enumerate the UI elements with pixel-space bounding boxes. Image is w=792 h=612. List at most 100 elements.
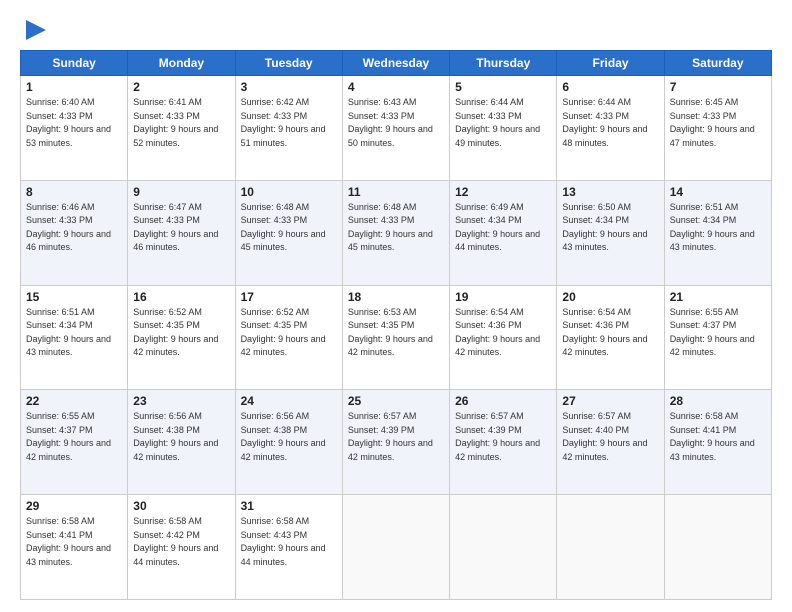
week-row-1: 1 Sunrise: 6:40 AM Sunset: 4:33 PM Dayli… [21, 76, 772, 181]
day-info: Sunrise: 6:41 AM Sunset: 4:33 PM Dayligh… [133, 96, 229, 150]
day-number: 5 [455, 80, 551, 94]
day-number: 9 [133, 185, 229, 199]
day-info: Sunrise: 6:58 AM Sunset: 4:42 PM Dayligh… [133, 515, 229, 569]
day-number: 25 [348, 394, 444, 408]
week-row-5: 29 Sunrise: 6:58 AM Sunset: 4:41 PM Dayl… [21, 495, 772, 600]
day-cell: 12 Sunrise: 6:49 AM Sunset: 4:34 PM Dayl… [450, 180, 557, 285]
day-info: Sunrise: 6:57 AM Sunset: 4:39 PM Dayligh… [348, 410, 444, 464]
day-number: 20 [562, 290, 658, 304]
day-number: 2 [133, 80, 229, 94]
day-info: Sunrise: 6:56 AM Sunset: 4:38 PM Dayligh… [133, 410, 229, 464]
day-number: 4 [348, 80, 444, 94]
day-number: 11 [348, 185, 444, 199]
day-cell [664, 495, 771, 600]
day-info: Sunrise: 6:44 AM Sunset: 4:33 PM Dayligh… [455, 96, 551, 150]
day-info: Sunrise: 6:52 AM Sunset: 4:35 PM Dayligh… [241, 306, 337, 360]
day-info: Sunrise: 6:43 AM Sunset: 4:33 PM Dayligh… [348, 96, 444, 150]
day-cell: 2 Sunrise: 6:41 AM Sunset: 4:33 PM Dayli… [128, 76, 235, 181]
day-cell: 30 Sunrise: 6:58 AM Sunset: 4:42 PM Dayl… [128, 495, 235, 600]
day-number: 24 [241, 394, 337, 408]
day-info: Sunrise: 6:48 AM Sunset: 4:33 PM Dayligh… [348, 201, 444, 255]
day-info: Sunrise: 6:56 AM Sunset: 4:38 PM Dayligh… [241, 410, 337, 464]
day-number: 21 [670, 290, 766, 304]
day-cell: 26 Sunrise: 6:57 AM Sunset: 4:39 PM Dayl… [450, 390, 557, 495]
day-cell: 20 Sunrise: 6:54 AM Sunset: 4:36 PM Dayl… [557, 285, 664, 390]
day-cell: 8 Sunrise: 6:46 AM Sunset: 4:33 PM Dayli… [21, 180, 128, 285]
day-number: 14 [670, 185, 766, 199]
day-info: Sunrise: 6:55 AM Sunset: 4:37 PM Dayligh… [670, 306, 766, 360]
day-info: Sunrise: 6:45 AM Sunset: 4:33 PM Dayligh… [670, 96, 766, 150]
day-cell: 19 Sunrise: 6:54 AM Sunset: 4:36 PM Dayl… [450, 285, 557, 390]
day-number: 27 [562, 394, 658, 408]
day-cell: 3 Sunrise: 6:42 AM Sunset: 4:33 PM Dayli… [235, 76, 342, 181]
day-info: Sunrise: 6:44 AM Sunset: 4:33 PM Dayligh… [562, 96, 658, 150]
day-info: Sunrise: 6:49 AM Sunset: 4:34 PM Dayligh… [455, 201, 551, 255]
day-info: Sunrise: 6:55 AM Sunset: 4:37 PM Dayligh… [26, 410, 122, 464]
day-number: 15 [26, 290, 122, 304]
day-header-monday: Monday [128, 51, 235, 76]
day-header-sunday: Sunday [21, 51, 128, 76]
day-header-friday: Friday [557, 51, 664, 76]
day-cell: 24 Sunrise: 6:56 AM Sunset: 4:38 PM Dayl… [235, 390, 342, 495]
day-cell: 28 Sunrise: 6:58 AM Sunset: 4:41 PM Dayl… [664, 390, 771, 495]
day-info: Sunrise: 6:58 AM Sunset: 4:41 PM Dayligh… [670, 410, 766, 464]
day-cell [450, 495, 557, 600]
day-info: Sunrise: 6:52 AM Sunset: 4:35 PM Dayligh… [133, 306, 229, 360]
day-info: Sunrise: 6:46 AM Sunset: 4:33 PM Dayligh… [26, 201, 122, 255]
day-cell: 16 Sunrise: 6:52 AM Sunset: 4:35 PM Dayl… [128, 285, 235, 390]
day-number: 26 [455, 394, 551, 408]
day-info: Sunrise: 6:42 AM Sunset: 4:33 PM Dayligh… [241, 96, 337, 150]
day-info: Sunrise: 6:53 AM Sunset: 4:35 PM Dayligh… [348, 306, 444, 360]
day-cell: 17 Sunrise: 6:52 AM Sunset: 4:35 PM Dayl… [235, 285, 342, 390]
day-cell: 13 Sunrise: 6:50 AM Sunset: 4:34 PM Dayl… [557, 180, 664, 285]
header-row: SundayMondayTuesdayWednesdayThursdayFrid… [21, 51, 772, 76]
day-cell: 1 Sunrise: 6:40 AM Sunset: 4:33 PM Dayli… [21, 76, 128, 181]
day-cell: 25 Sunrise: 6:57 AM Sunset: 4:39 PM Dayl… [342, 390, 449, 495]
day-cell: 31 Sunrise: 6:58 AM Sunset: 4:43 PM Dayl… [235, 495, 342, 600]
day-info: Sunrise: 6:58 AM Sunset: 4:41 PM Dayligh… [26, 515, 122, 569]
day-cell: 21 Sunrise: 6:55 AM Sunset: 4:37 PM Dayl… [664, 285, 771, 390]
day-number: 7 [670, 80, 766, 94]
day-info: Sunrise: 6:54 AM Sunset: 4:36 PM Dayligh… [562, 306, 658, 360]
day-info: Sunrise: 6:50 AM Sunset: 4:34 PM Dayligh… [562, 201, 658, 255]
day-header-tuesday: Tuesday [235, 51, 342, 76]
day-cell: 6 Sunrise: 6:44 AM Sunset: 4:33 PM Dayli… [557, 76, 664, 181]
day-cell [557, 495, 664, 600]
day-number: 23 [133, 394, 229, 408]
day-number: 16 [133, 290, 229, 304]
day-cell: 7 Sunrise: 6:45 AM Sunset: 4:33 PM Dayli… [664, 76, 771, 181]
day-cell: 22 Sunrise: 6:55 AM Sunset: 4:37 PM Dayl… [21, 390, 128, 495]
day-info: Sunrise: 6:58 AM Sunset: 4:43 PM Dayligh… [241, 515, 337, 569]
day-info: Sunrise: 6:51 AM Sunset: 4:34 PM Dayligh… [26, 306, 122, 360]
day-number: 19 [455, 290, 551, 304]
day-cell [342, 495, 449, 600]
day-cell: 5 Sunrise: 6:44 AM Sunset: 4:33 PM Dayli… [450, 76, 557, 181]
day-cell: 18 Sunrise: 6:53 AM Sunset: 4:35 PM Dayl… [342, 285, 449, 390]
calendar-table: SundayMondayTuesdayWednesdayThursdayFrid… [20, 50, 772, 600]
day-number: 12 [455, 185, 551, 199]
day-number: 10 [241, 185, 337, 199]
day-info: Sunrise: 6:51 AM Sunset: 4:34 PM Dayligh… [670, 201, 766, 255]
logo-icon [22, 16, 50, 44]
day-header-thursday: Thursday [450, 51, 557, 76]
day-cell: 11 Sunrise: 6:48 AM Sunset: 4:33 PM Dayl… [342, 180, 449, 285]
day-cell: 9 Sunrise: 6:47 AM Sunset: 4:33 PM Dayli… [128, 180, 235, 285]
day-number: 29 [26, 499, 122, 513]
day-info: Sunrise: 6:54 AM Sunset: 4:36 PM Dayligh… [455, 306, 551, 360]
day-cell: 14 Sunrise: 6:51 AM Sunset: 4:34 PM Dayl… [664, 180, 771, 285]
day-header-wednesday: Wednesday [342, 51, 449, 76]
day-number: 1 [26, 80, 122, 94]
day-number: 13 [562, 185, 658, 199]
day-info: Sunrise: 6:57 AM Sunset: 4:39 PM Dayligh… [455, 410, 551, 464]
day-number: 17 [241, 290, 337, 304]
day-number: 28 [670, 394, 766, 408]
day-cell: 4 Sunrise: 6:43 AM Sunset: 4:33 PM Dayli… [342, 76, 449, 181]
day-info: Sunrise: 6:57 AM Sunset: 4:40 PM Dayligh… [562, 410, 658, 464]
header [20, 16, 772, 40]
day-number: 8 [26, 185, 122, 199]
day-number: 18 [348, 290, 444, 304]
page: SundayMondayTuesdayWednesdayThursdayFrid… [0, 0, 792, 612]
week-row-2: 8 Sunrise: 6:46 AM Sunset: 4:33 PM Dayli… [21, 180, 772, 285]
day-header-saturday: Saturday [664, 51, 771, 76]
day-info: Sunrise: 6:47 AM Sunset: 4:33 PM Dayligh… [133, 201, 229, 255]
